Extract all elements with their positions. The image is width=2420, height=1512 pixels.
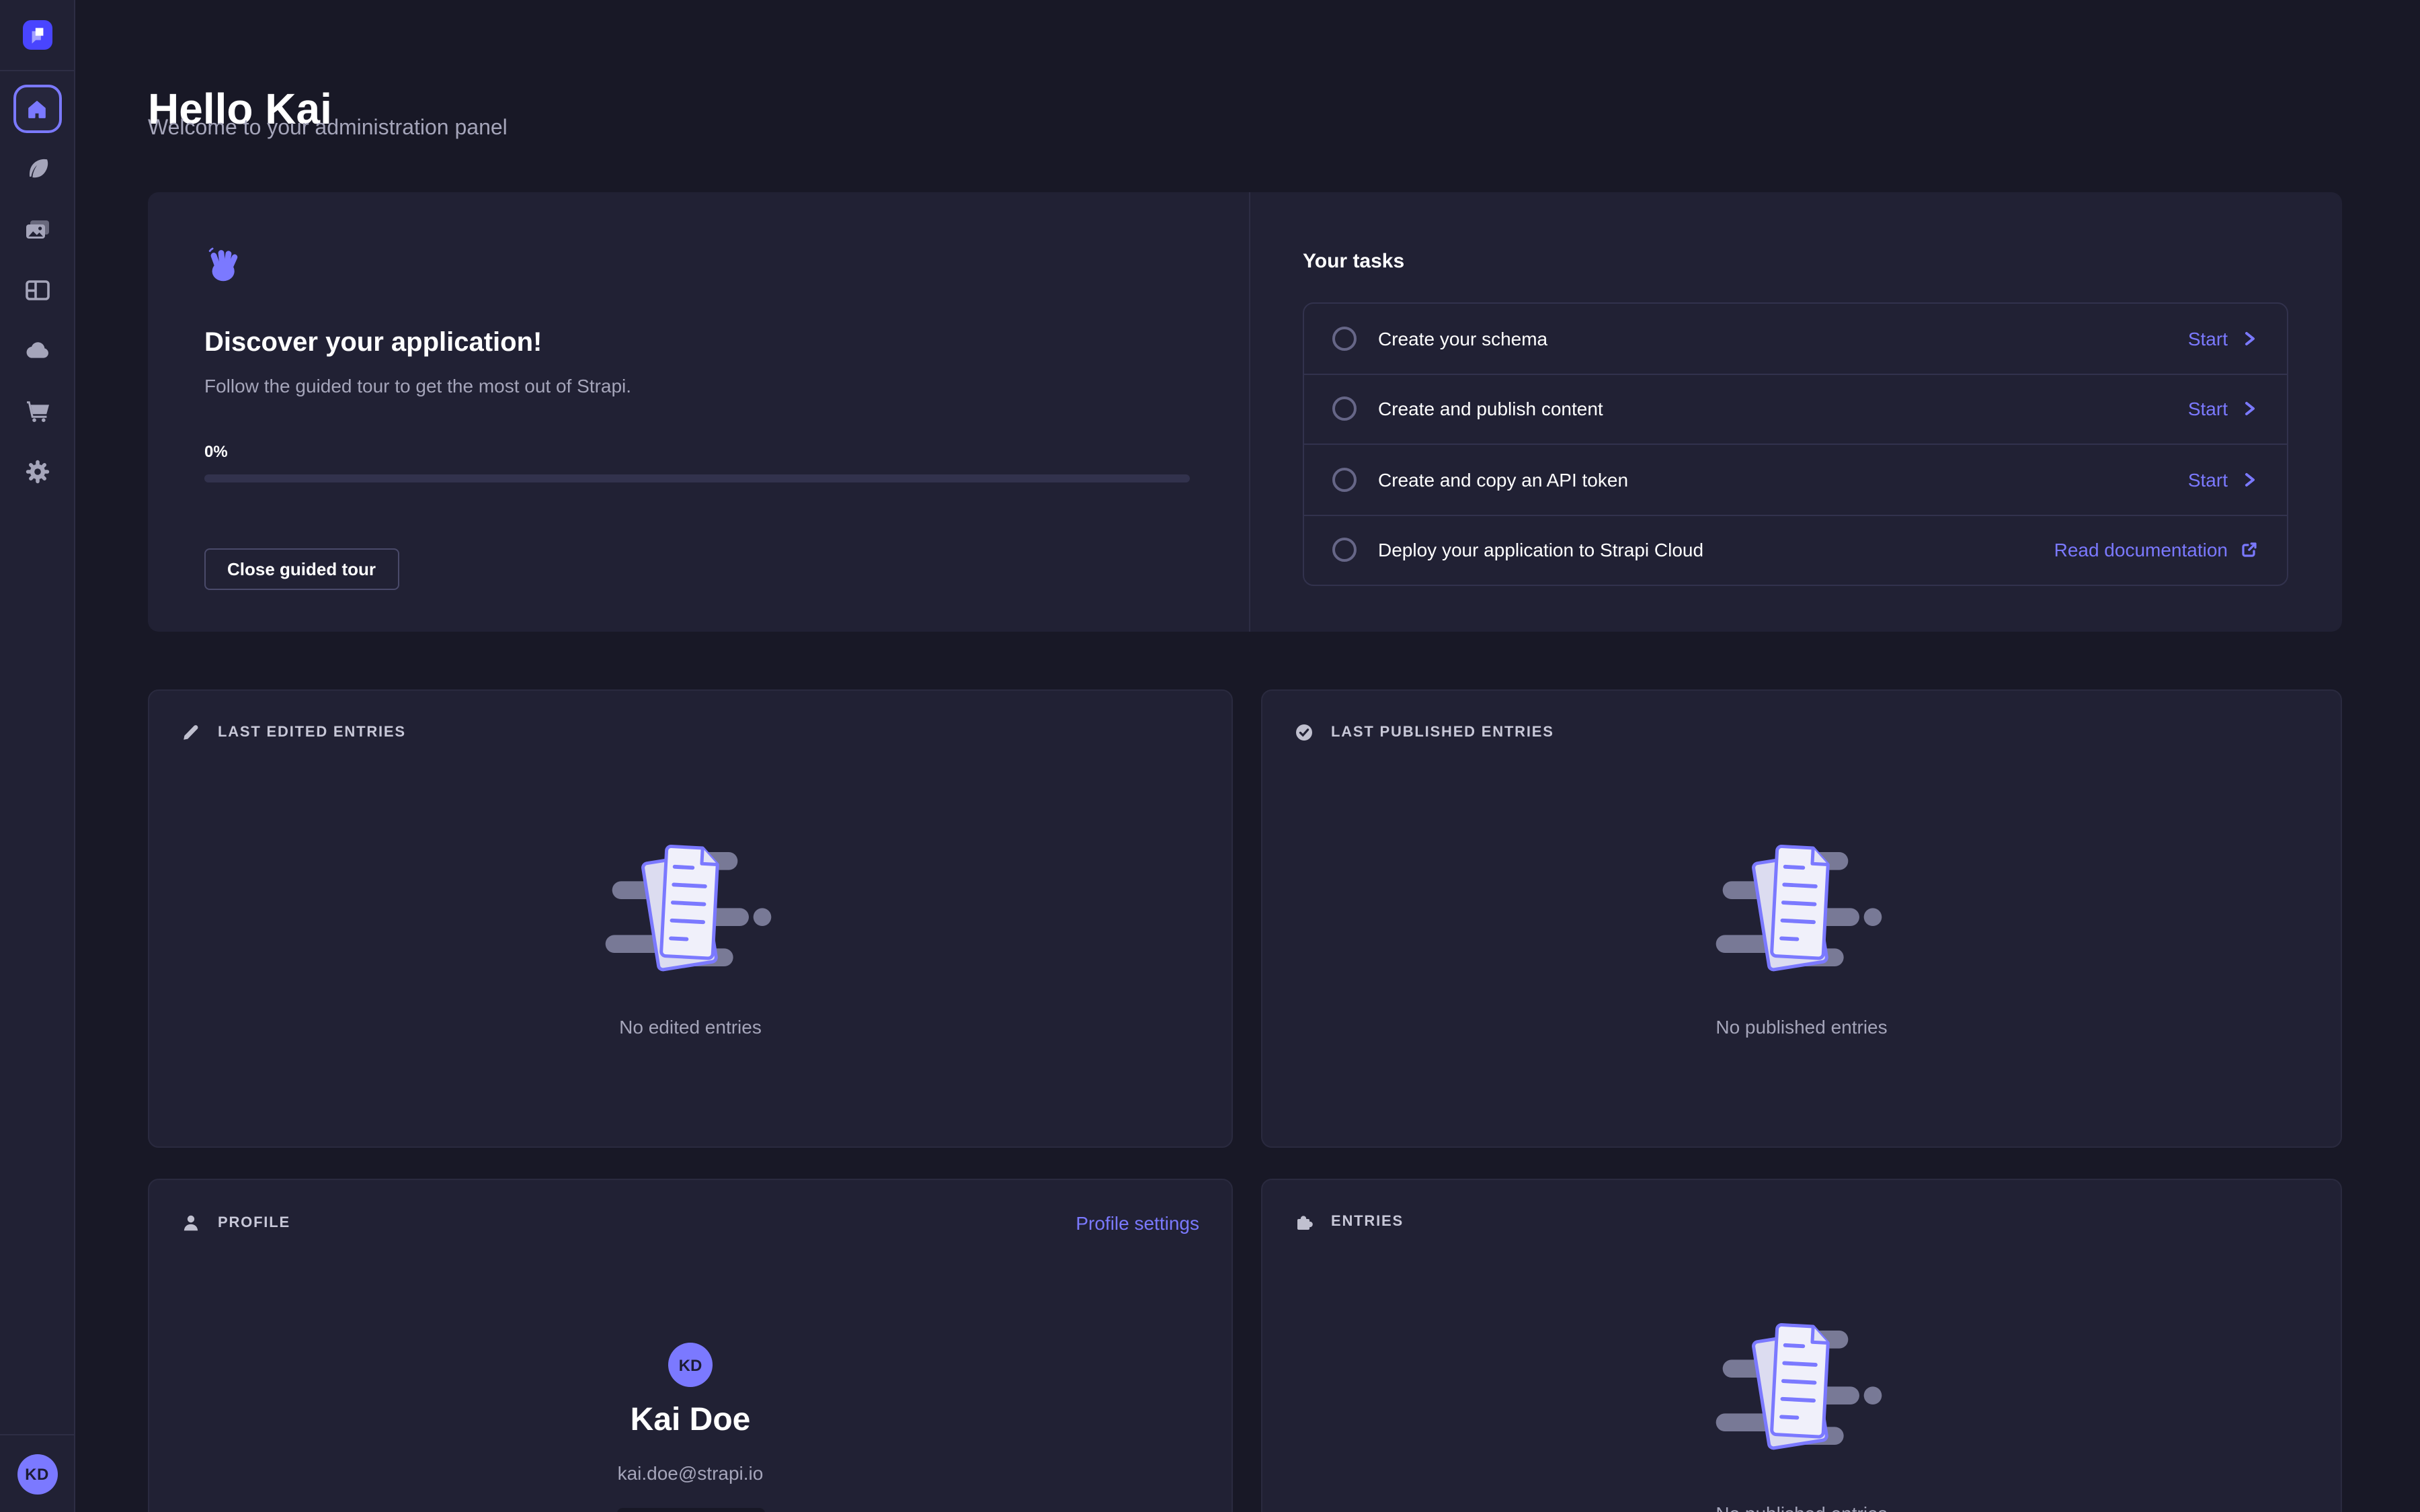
task-radio[interactable] — [1332, 538, 1357, 562]
check-circle-icon — [1295, 723, 1314, 742]
task-radio[interactable] — [1332, 397, 1357, 421]
task-label: Deploy your application to Strapi Cloud — [1378, 540, 2054, 561]
sidebar-divider — [0, 70, 75, 71]
home-icon — [26, 97, 48, 120]
task-row-deploy-cloud[interactable]: Deploy your application to Strapi Cloud … — [1304, 514, 2287, 585]
gear-icon — [24, 458, 50, 485]
card-title: ENTRIES — [1331, 1214, 1404, 1230]
empty-state-text: No published entries — [1716, 1016, 1887, 1038]
strapi-logo-button[interactable] — [22, 0, 52, 70]
external-link-icon — [2240, 541, 2259, 560]
card-title: LAST EDITED ENTRIES — [218, 724, 406, 741]
card-title: LAST PUBLISHED ENTRIES — [1331, 724, 1554, 741]
chevron-right-icon — [2240, 329, 2259, 348]
profile-card: PROFILE Profile settings KD Kai Doe kai.… — [148, 1179, 1233, 1512]
card-title: PROFILE — [218, 1215, 290, 1231]
progress-bar — [204, 474, 1190, 482]
sidebar-item-content-type-builder[interactable] — [13, 266, 61, 314]
task-radio[interactable] — [1332, 327, 1357, 351]
sidebar-bottom: KD — [0, 1434, 74, 1512]
profile-name: Kai Doe — [631, 1402, 751, 1439]
task-label: Create your schema — [1378, 328, 2188, 349]
progress-percent-label: 0% — [204, 442, 1193, 461]
user-avatar[interactable]: KD — [17, 1454, 57, 1495]
page-subtitle: Welcome to your administration panel — [148, 116, 508, 142]
empty-state: No edited entries — [149, 742, 1232, 1038]
sidebar-item-cloud[interactable] — [13, 327, 61, 375]
task-row-api-token[interactable]: Create and copy an API token Start — [1304, 444, 2287, 514]
cloud-icon — [24, 337, 50, 364]
task-start-link[interactable]: Start — [2188, 398, 2259, 420]
strapi-logo-icon — [22, 20, 52, 50]
guided-tour-title: Discover your application! — [204, 327, 1193, 360]
task-start-link[interactable]: Start — [2188, 469, 2259, 491]
empty-state-text: No edited entries — [619, 1016, 762, 1038]
chevron-right-icon — [2240, 470, 2259, 489]
card-header: LAST EDITED ENTRIES — [149, 691, 1232, 742]
card-header: ENTRIES — [1262, 1180, 2341, 1231]
empty-state: No published entries — [1262, 1231, 2341, 1512]
layout-icon — [24, 277, 50, 304]
sidebar-nav — [13, 85, 61, 496]
task-row-publish-content[interactable]: Create and publish content Start — [1304, 373, 2287, 444]
sidebar-item-home[interactable] — [13, 85, 61, 133]
profile-settings-link[interactable]: Profile settings — [1076, 1212, 1199, 1234]
guided-tour-info: Discover your application! Follow the gu… — [148, 192, 1249, 632]
tasks-section: Your tasks Create your schema Start Crea… — [1249, 192, 2342, 632]
close-guided-tour-button[interactable]: Close guided tour — [204, 548, 399, 590]
task-label: Create and copy an API token — [1378, 469, 2188, 491]
feather-icon — [24, 156, 50, 183]
tasks-title: Your tasks — [1303, 249, 2288, 274]
task-start-link[interactable]: Start — [2188, 328, 2259, 349]
puzzle-piece-icon — [1295, 1212, 1314, 1231]
pencil-icon — [182, 723, 200, 742]
media-library-icon — [24, 216, 50, 243]
task-label: Create and publish content — [1378, 398, 2188, 420]
empty-state-text: No published entries — [1716, 1503, 1887, 1512]
sidebar-bottom-divider — [0, 1434, 75, 1435]
sidebar-item-content-manager[interactable] — [13, 145, 61, 194]
person-icon — [182, 1214, 200, 1232]
chevron-right-icon — [2240, 400, 2259, 419]
main-content: Hello Kai Welcome to your administration… — [75, 0, 2420, 1512]
read-documentation-link[interactable]: Read documentation — [2054, 540, 2259, 561]
profile-role-badge — [616, 1508, 764, 1512]
sidebar-item-settings[interactable] — [13, 448, 61, 496]
main-sidebar: KD — [0, 0, 75, 1512]
profile-email: kai.doe@strapi.io — [618, 1462, 764, 1484]
task-radio[interactable] — [1332, 468, 1357, 492]
profile-avatar: KD — [668, 1343, 713, 1387]
last-published-entries-card: LAST PUBLISHED ENTRIES — [1261, 689, 2342, 1148]
guided-tour-subtitle: Follow the guided tour to get the most o… — [204, 374, 1193, 398]
sidebar-item-marketplace[interactable] — [13, 387, 61, 435]
card-header: PROFILE Profile settings — [149, 1180, 1232, 1234]
task-row-create-schema[interactable]: Create your schema Start — [1304, 304, 2287, 373]
tasks-list: Create your schema Start Create and publ… — [1303, 302, 2288, 586]
empty-documents-illustration — [601, 839, 780, 973]
last-edited-entries-card: LAST EDITED ENTRIES — [148, 689, 1233, 1148]
sidebar-item-media-library[interactable] — [13, 206, 61, 254]
empty-state: No published entries — [1262, 742, 2341, 1038]
shopping-cart-icon — [24, 398, 50, 425]
waving-hand-icon — [204, 246, 241, 284]
guided-tour-panel: Discover your application! Follow the gu… — [148, 192, 2342, 632]
card-header: LAST PUBLISHED ENTRIES — [1262, 691, 2341, 742]
empty-documents-illustration — [1712, 839, 1892, 973]
strapi-admin-dashboard: KD Hello Kai Welcome to your administrat… — [0, 0, 2420, 1512]
profile-summary: KD Kai Doe kai.doe@strapi.io — [149, 1234, 1232, 1512]
empty-documents-illustration — [1712, 1317, 1892, 1452]
entries-card: ENTRIES — [1261, 1179, 2342, 1512]
